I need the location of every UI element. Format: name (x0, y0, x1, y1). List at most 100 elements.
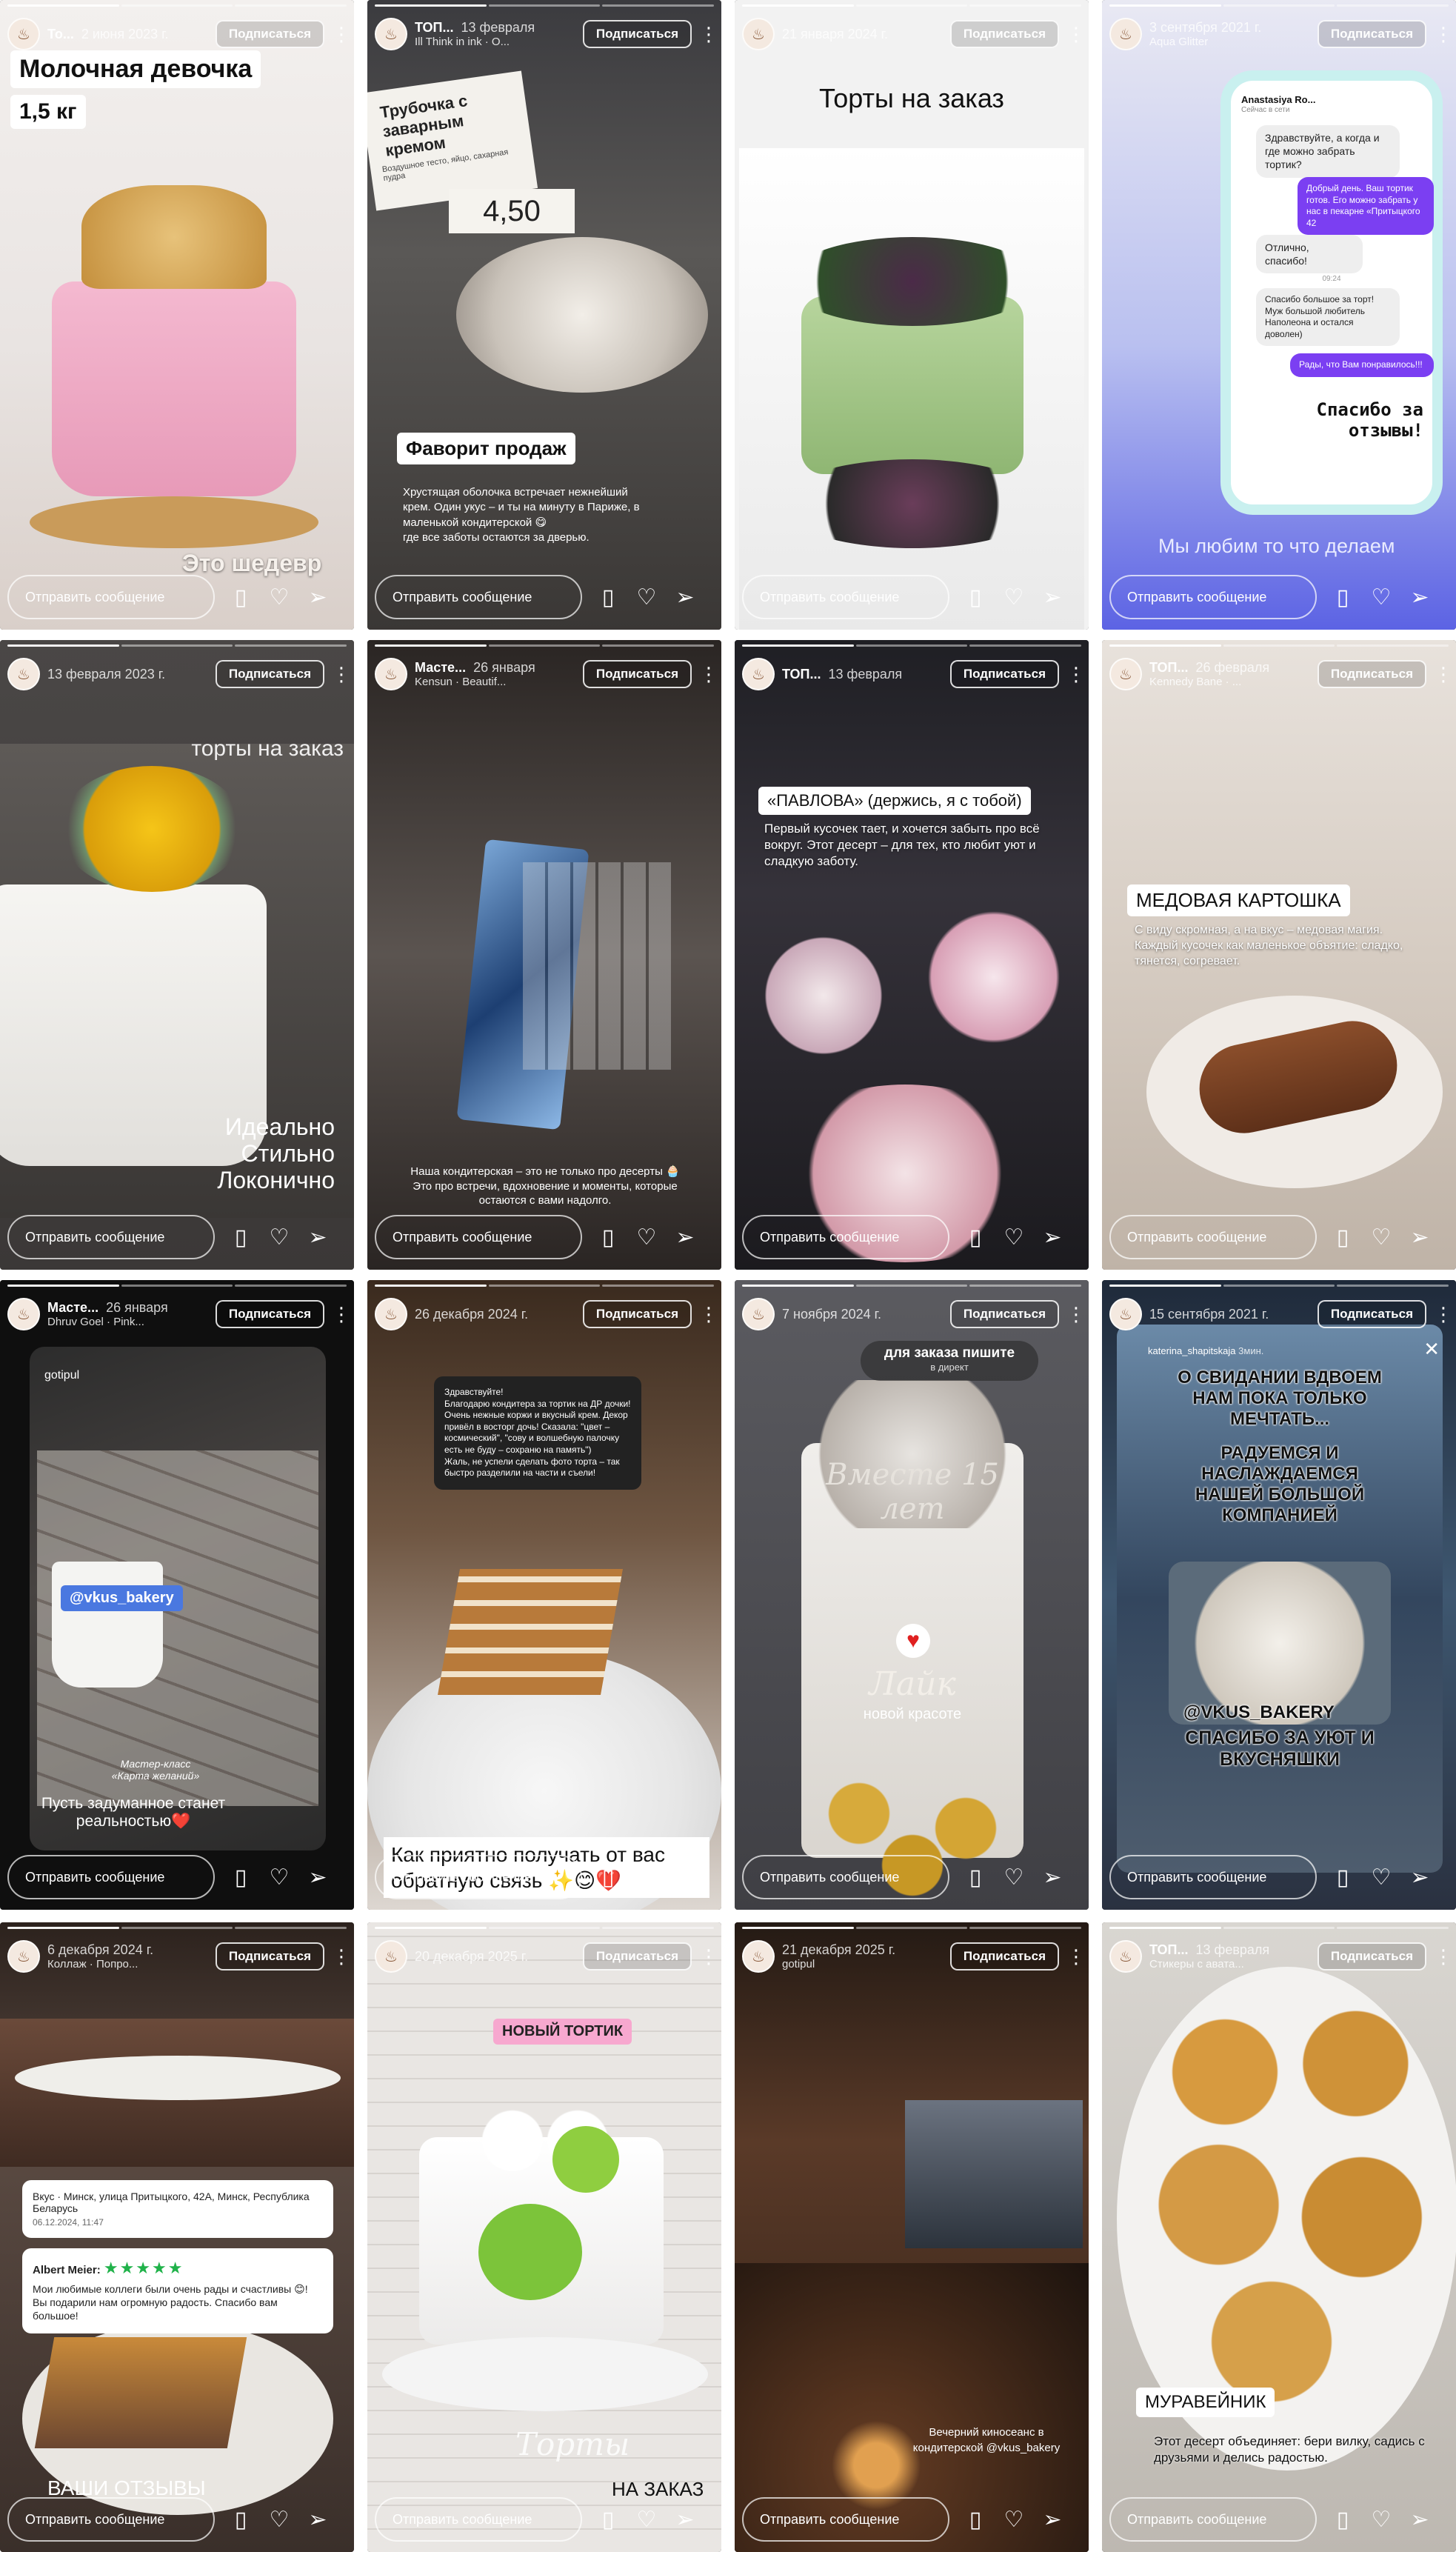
heart-icon[interactable]: ♡ (634, 584, 659, 610)
send-icon[interactable]: ➢ (1407, 2507, 1432, 2533)
account-avatar[interactable]: ♨ (1109, 1940, 1142, 1973)
reels-icon[interactable]: ▯ (963, 2507, 988, 2533)
heart-icon[interactable]: ♡ (1369, 1865, 1394, 1890)
heart-icon[interactable]: ♡ (1001, 584, 1026, 610)
follow-button[interactable]: Подписаться (215, 660, 324, 688)
heart-icon[interactable]: ♡ (634, 1865, 659, 1890)
close-icon[interactable]: ✕ (1423, 1338, 1440, 1361)
reply-input[interactable]: Отправить сообщение (7, 1215, 215, 1259)
follow-button[interactable]: Подписаться (949, 1300, 1059, 1328)
story-card[interactable]: katerina_shapitskaja 3мин. ✕ О СВИДАНИИ … (1102, 1280, 1456, 1910)
reels-icon[interactable]: ▯ (595, 584, 621, 610)
reply-input[interactable]: Отправить сообщение (375, 1215, 582, 1259)
send-icon[interactable]: ➢ (305, 1865, 330, 1890)
story-card[interactable]: Торты на заказ ♨ 21 января 2024 г. Подпи… (735, 0, 1089, 630)
account-name[interactable]: ТОП... (782, 667, 821, 682)
music-label[interactable]: Kensun · Beautif... (415, 676, 575, 688)
account-avatar[interactable]: ♨ (742, 1298, 775, 1330)
story-card[interactable]: Трубочка с заварным кремом Воздушное тес… (367, 0, 721, 630)
reply-input[interactable]: Отправить сообщение (7, 575, 215, 619)
story-card[interactable]: торты на заказ Идеально Стильно Локоничн… (0, 640, 354, 1270)
more-options-icon[interactable]: ⋮ (332, 23, 351, 46)
mention-sticker[interactable]: @vkus_bakery (61, 1585, 183, 1611)
account-avatar[interactable]: ♨ (1109, 1298, 1142, 1330)
account-avatar[interactable]: ♨ (742, 1940, 775, 1973)
follow-button[interactable]: Подписаться (215, 1300, 324, 1328)
reels-icon[interactable]: ▯ (228, 1225, 253, 1250)
send-icon[interactable]: ➢ (305, 584, 330, 610)
account-avatar[interactable]: ♨ (375, 18, 407, 50)
heart-icon[interactable]: ♡ (1001, 1865, 1026, 1890)
reels-icon[interactable]: ▯ (1330, 1865, 1355, 1890)
reels-icon[interactable]: ▯ (963, 1225, 988, 1250)
heart-icon[interactable]: ♡ (267, 2507, 292, 2533)
more-options-icon[interactable]: ⋮ (699, 663, 718, 686)
reels-icon[interactable]: ▯ (228, 584, 253, 610)
reply-input[interactable]: Отправить сообщение (1109, 575, 1317, 619)
mention-sticker[interactable]: @VKUS_BAKERY (1183, 1702, 1335, 1723)
account-name[interactable]: То... (47, 27, 74, 42)
follow-button[interactable]: Подписаться (1317, 20, 1426, 48)
heart-icon[interactable]: ♡ (267, 1225, 292, 1250)
heart-icon[interactable]: ♡ (1369, 584, 1394, 610)
send-icon[interactable]: ➢ (672, 1865, 698, 1890)
music-label[interactable]: Стикеры с авата... (1149, 1958, 1310, 1970)
account-avatar[interactable]: ♨ (742, 658, 775, 690)
story-card[interactable]: «ПАВЛОВА» (держись, я с тобой) Первый ку… (735, 640, 1089, 1270)
reply-input[interactable]: Отправить сообщение (1109, 1855, 1317, 1899)
reply-input[interactable]: Отправить сообщение (742, 1215, 949, 1259)
follow-button[interactable]: Подписаться (582, 1942, 692, 1970)
more-options-icon[interactable]: ⋮ (699, 1303, 718, 1326)
send-icon[interactable]: ➢ (1407, 584, 1432, 610)
follow-button[interactable]: Подписаться (1317, 660, 1426, 688)
reels-icon[interactable]: ▯ (1330, 1225, 1355, 1250)
follow-button[interactable]: Подписаться (582, 1300, 692, 1328)
more-options-icon[interactable]: ⋮ (1434, 663, 1453, 686)
reply-input[interactable]: Отправить сообщение (742, 2497, 949, 2542)
story-card[interactable]: Наша кондитерская – это не только про де… (367, 640, 721, 1270)
reply-input[interactable]: Отправить сообщение (742, 1855, 949, 1899)
account-name[interactable]: Масте... (415, 660, 466, 676)
story-card[interactable]: Anastasiya Ro... Сейчас в сети Здравству… (1102, 0, 1456, 630)
send-icon[interactable]: ➢ (1407, 1225, 1432, 1250)
story-card[interactable]: Здравствуйте! Благодарю кондитера за тор… (367, 1280, 721, 1910)
more-options-icon[interactable]: ⋮ (332, 1945, 351, 1968)
more-options-icon[interactable]: ⋮ (332, 663, 351, 686)
reels-icon[interactable]: ▯ (595, 2507, 621, 2533)
follow-button[interactable]: Подписаться (215, 20, 324, 48)
send-icon[interactable]: ➢ (672, 584, 698, 610)
account-avatar[interactable]: ♨ (1109, 18, 1142, 50)
reply-input[interactable]: Отправить сообщение (742, 575, 949, 619)
music-label[interactable]: Aqua Glitter (1149, 36, 1310, 48)
more-options-icon[interactable]: ⋮ (332, 1303, 351, 1326)
account-avatar[interactable]: ♨ (7, 1298, 40, 1330)
reply-input[interactable]: Отправить сообщение (375, 2497, 582, 2542)
follow-button[interactable]: Подписаться (949, 660, 1059, 688)
account-avatar[interactable]: ♨ (375, 1940, 407, 1973)
send-icon[interactable]: ➢ (1040, 2507, 1065, 2533)
follow-button[interactable]: Подписаться (1317, 1300, 1426, 1328)
more-options-icon[interactable]: ⋮ (1066, 663, 1086, 686)
story-card[interactable]: gotipul @vkus_bakery Мастер-класс «Карта… (0, 1280, 354, 1910)
heart-icon[interactable]: ♡ (267, 584, 292, 610)
more-options-icon[interactable]: ⋮ (1434, 23, 1453, 46)
send-icon[interactable]: ➢ (1040, 1865, 1065, 1890)
heart-icon[interactable]: ♡ (1001, 2507, 1026, 2533)
story-card[interactable]: МЕДОВАЯ КАРТОШКА С виду скромная, а на в… (1102, 640, 1456, 1270)
reels-icon[interactable]: ▯ (228, 2507, 253, 2533)
follow-button[interactable]: Подписаться (215, 1942, 324, 1970)
send-icon[interactable]: ➢ (1407, 1865, 1432, 1890)
more-options-icon[interactable]: ⋮ (1066, 1945, 1086, 1968)
follow-button[interactable]: Подписаться (1317, 1942, 1426, 1970)
follow-button[interactable]: Подписаться (582, 660, 692, 688)
reels-icon[interactable]: ▯ (963, 584, 988, 610)
send-icon[interactable]: ➢ (672, 1225, 698, 1250)
reply-input[interactable]: Отправить сообщение (1109, 1215, 1317, 1259)
heart-icon[interactable]: ♡ (267, 1865, 292, 1890)
more-options-icon[interactable]: ⋮ (699, 1945, 718, 1968)
reply-input[interactable]: Отправить сообщение (375, 1855, 582, 1899)
account-name[interactable]: ТОП... (1149, 660, 1189, 676)
music-label[interactable]: gotipul (782, 1958, 943, 1970)
music-label[interactable]: Коллаж · Попро... (47, 1958, 208, 1970)
music-label[interactable]: Ill Think in ink · O... (415, 36, 575, 48)
